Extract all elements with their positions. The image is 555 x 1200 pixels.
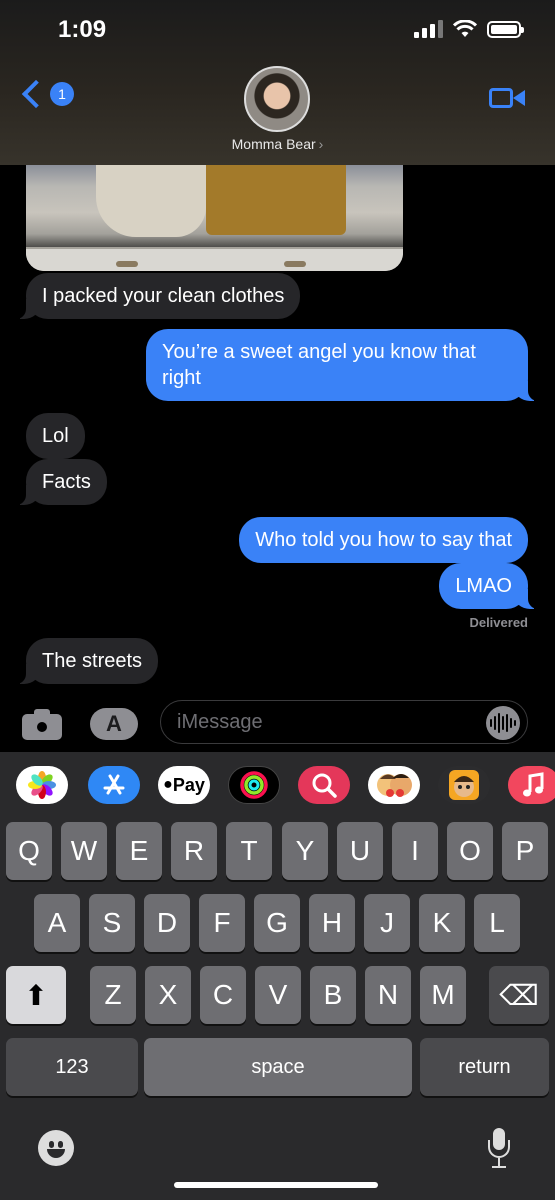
key-r[interactable]: R	[171, 822, 217, 880]
video-camera-icon	[489, 88, 513, 108]
received-message[interactable]: I packed your clean clothes	[15, 273, 301, 319]
key-w[interactable]: W	[61, 822, 107, 880]
battery-icon	[487, 20, 524, 38]
microphone-icon[interactable]	[486, 1128, 512, 1170]
sent-message[interactable]: LMAO	[439, 563, 538, 609]
key-b[interactable]: B	[310, 966, 356, 1024]
key-u[interactable]: U	[337, 822, 383, 880]
contact-avatar[interactable]	[244, 66, 310, 132]
key-j[interactable]: J	[364, 894, 410, 952]
status-icons	[414, 20, 524, 38]
delete-key[interactable]: ⌫	[489, 966, 549, 1024]
key-n[interactable]: N	[365, 966, 411, 1024]
app-drawer: ● Pay	[0, 752, 555, 818]
unread-count-badge: 1	[50, 82, 74, 106]
keyboard: ● Pay Q W E R T Y U I O P A S D F G H J …	[0, 752, 555, 1200]
photo-message[interactable]	[26, 165, 403, 271]
music-icon[interactable]	[508, 766, 555, 804]
memoji-icon[interactable]	[438, 766, 490, 804]
chevron-right-icon: ›	[318, 136, 324, 152]
key-q[interactable]: Q	[6, 822, 52, 880]
key-i[interactable]: I	[392, 822, 438, 880]
received-message[interactable]: Facts	[16, 459, 107, 505]
received-message[interactable]: The streets	[15, 638, 159, 684]
apple-pay-icon[interactable]: ● Pay	[158, 766, 210, 804]
message-input-bar: A	[0, 694, 555, 752]
key-h[interactable]: H	[309, 894, 355, 952]
activity-icon[interactable]	[228, 766, 280, 804]
search-images-icon[interactable]	[298, 766, 350, 804]
app-store-icon[interactable]: A	[90, 708, 138, 740]
key-t[interactable]: T	[226, 822, 272, 880]
key-a[interactable]: A	[34, 894, 80, 952]
contact-name-label: Momma Bear	[231, 136, 316, 152]
home-indicator[interactable]	[174, 1182, 378, 1188]
key-s[interactable]: S	[89, 894, 135, 952]
wifi-icon	[453, 20, 477, 37]
photos-icon[interactable]	[16, 766, 68, 804]
app-store-icon[interactable]	[88, 766, 140, 804]
delete-icon: ⌫	[499, 979, 539, 1011]
key-d[interactable]: D	[144, 894, 190, 952]
facetime-video-button[interactable]	[489, 86, 525, 110]
app-store-glyph: A	[106, 711, 122, 736]
imessage-input[interactable]	[160, 700, 528, 744]
memoji-stickers-icon[interactable]	[368, 766, 420, 804]
chevron-left-icon	[21, 79, 51, 109]
return-key[interactable]: return	[420, 1038, 549, 1096]
key-x[interactable]: X	[145, 966, 191, 1024]
cellular-signal-icon	[414, 20, 443, 38]
conversation-header: 1:09 1 Momma Bear ›	[0, 0, 555, 165]
shift-icon: ⬆	[24, 979, 48, 1011]
audio-message-icon[interactable]	[486, 706, 520, 740]
key-m[interactable]: M	[420, 966, 466, 1024]
key-y[interactable]: Y	[282, 822, 328, 880]
key-k[interactable]: K	[419, 894, 465, 952]
emoji-icon[interactable]	[38, 1130, 74, 1166]
key-v[interactable]: V	[255, 966, 301, 1024]
status-time: 1:09	[58, 16, 107, 43]
key-o[interactable]: O	[447, 822, 493, 880]
key-z[interactable]: Z	[90, 966, 136, 1024]
received-message[interactable]: Lol	[26, 413, 85, 459]
shift-key[interactable]: ⬆	[6, 966, 66, 1024]
key-p[interactable]: P	[502, 822, 548, 880]
contact-name[interactable]: Momma Bear ›	[0, 136, 555, 152]
numbers-key[interactable]: 123	[6, 1038, 138, 1096]
delivered-status: Delivered	[469, 615, 528, 630]
key-f[interactable]: F	[199, 894, 245, 952]
back-button[interactable]: 1	[20, 79, 74, 109]
camera-icon[interactable]	[22, 708, 62, 740]
key-e[interactable]: E	[116, 822, 162, 880]
sent-message[interactable]: Who told you how to say that	[239, 517, 528, 563]
key-c[interactable]: C	[200, 966, 246, 1024]
key-g[interactable]: G	[254, 894, 300, 952]
space-key[interactable]: space	[144, 1038, 412, 1096]
key-l[interactable]: L	[474, 894, 520, 952]
apple-pay-label: Pay	[172, 774, 205, 795]
sent-message[interactable]: You’re a sweet angel you know that right	[146, 329, 538, 401]
